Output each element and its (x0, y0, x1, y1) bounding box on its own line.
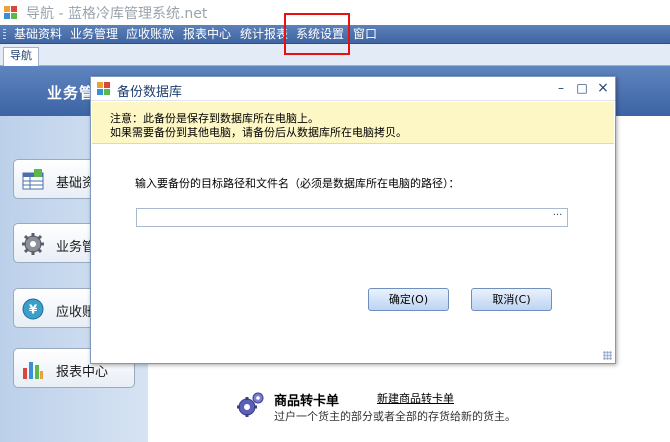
dialog-title: 备份数据库 (117, 85, 183, 100)
menu-business[interactable]: 业务管理 (70, 27, 118, 42)
svg-text:¥: ¥ (29, 303, 38, 317)
feature-description: 过户一个货主的部分或者全部的存货给新的货主。 (274, 410, 516, 423)
notice-line-2: 如果需要备份到其他电脑，请备份后从数据库所在电脑拷贝。 (110, 126, 407, 139)
notice-banner: 注意：此备份是保存到数据库所在电脑上。 如果需要备份到其他电脑，请备份后从数据库… (92, 102, 614, 144)
menu-basic-data[interactable]: 基础资料 (14, 27, 62, 42)
resize-grip-icon[interactable] (603, 351, 612, 360)
maximize-icon[interactable]: □ (574, 80, 590, 96)
close-icon[interactable]: × (595, 80, 611, 96)
menu-grip-icon[interactable] (3, 29, 6, 40)
gears-icon (237, 392, 264, 417)
backup-database-dialog: 备份数据库 – □ × 注意：此备份是保存到数据库所在电脑上。 如果需要备份到其… (90, 76, 616, 364)
path-prompt-label: 输入要备份的目标路径和文件名（必须是数据库所在电脑的路径）： (135, 177, 460, 190)
menu-reports[interactable]: 报表中心 (183, 27, 231, 42)
dialog-title-bar[interactable]: 备份数据库 – □ × (91, 77, 615, 101)
menu-receivables[interactable]: 应收账款 (126, 27, 174, 42)
new-transfer-card-link[interactable]: 新建商品转卡单 (377, 390, 454, 406)
ok-button[interactable]: 确定(O) (368, 288, 449, 311)
minimize-icon[interactable]: – (553, 80, 569, 96)
highlight-annotation (284, 13, 350, 55)
tab-navigation[interactable]: 导航 (3, 47, 39, 66)
database-table-icon (22, 169, 44, 190)
app-logo-icon (4, 6, 17, 19)
window-title: 导航 - 蓝格冷库管理系统.net (26, 6, 208, 22)
app-logo-icon (97, 82, 110, 95)
feature-title: 商品转卡单 (274, 394, 340, 409)
backup-path-input[interactable] (136, 208, 568, 227)
yen-coin-icon: ¥ (22, 298, 44, 320)
menu-statistics[interactable]: 统计报表 (240, 27, 288, 42)
gear-icon (22, 233, 44, 255)
bar-chart-icon (23, 362, 43, 379)
cancel-button[interactable]: 取消(C) (471, 288, 552, 311)
menu-window[interactable]: 窗口 (353, 27, 377, 42)
page-title: 业务管 (47, 84, 96, 102)
browse-button[interactable]: ··· (548, 209, 567, 226)
